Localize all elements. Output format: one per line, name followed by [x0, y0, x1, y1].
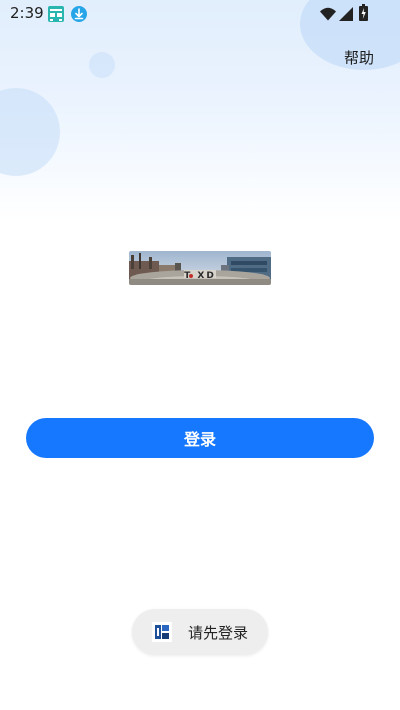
- campus-sign-text: T XD: [184, 271, 216, 281]
- toast-message: 请先登录: [188, 624, 249, 642]
- status-bar: 2:39: [0, 0, 400, 28]
- decorative-bubble: [0, 88, 60, 176]
- status-time: 2:39: [10, 4, 44, 22]
- wifi-icon: [320, 6, 336, 25]
- login-button[interactable]: 登录: [26, 418, 374, 458]
- battery-icon: [359, 4, 368, 25]
- header-background: [0, 0, 400, 220]
- decorative-bubble: [89, 52, 115, 78]
- toast: 请先登录: [132, 609, 268, 655]
- signal-icon: [339, 6, 353, 25]
- download-icon: [70, 5, 88, 27]
- help-link[interactable]: 帮助: [344, 47, 374, 68]
- glasses-app-icon: [47, 5, 65, 27]
- campus-photo: T XD: [129, 251, 271, 285]
- app-logo-icon: [152, 622, 172, 642]
